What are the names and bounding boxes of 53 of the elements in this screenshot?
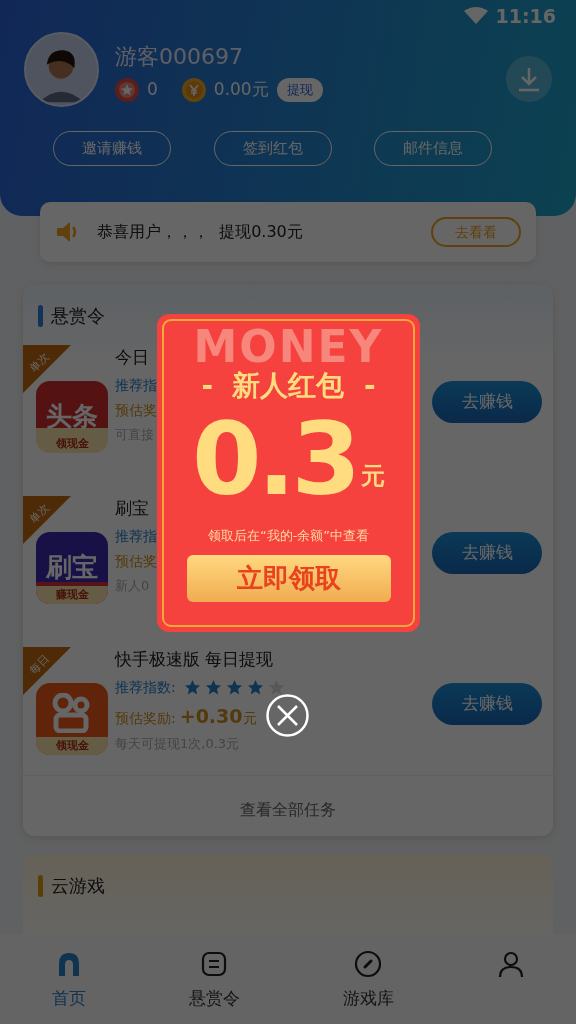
app-logo: 头条 领现金 xyxy=(36,381,108,453)
withdraw-button[interactable]: 提现 xyxy=(276,78,323,102)
section-title: 悬赏令 xyxy=(51,304,105,328)
user-name: 游客000697 xyxy=(115,43,244,71)
tab-item[interactable]: 首页 xyxy=(0,934,137,1024)
amount-unit: 元 xyxy=(361,460,386,492)
ribbon-label: 每日 xyxy=(26,651,53,680)
rating-label: 推荐指数: xyxy=(115,677,176,697)
money-watermark: MONEY xyxy=(193,325,384,369)
list-icon xyxy=(200,950,228,978)
task-title: 快手极速版 每日提现 xyxy=(115,648,274,671)
star-medal-icon xyxy=(115,77,139,102)
tab-item[interactable]: 悬赏令 xyxy=(137,934,291,1024)
reward-label: 预估奖 xyxy=(115,400,157,420)
claim-button[interactable]: 立即领取 xyxy=(186,555,391,603)
view-button[interactable]: 去看看 xyxy=(431,217,521,247)
wifi-icon xyxy=(463,7,488,25)
section-marker-icon xyxy=(38,874,43,897)
status-time: 11:16 xyxy=(495,3,556,29)
star-icon xyxy=(246,678,264,696)
tab-item[interactable]: 游戏库 xyxy=(291,934,445,1024)
earn-button[interactable]: 去赚钱 xyxy=(432,381,542,423)
reward-label: 预估奖 xyxy=(115,551,157,571)
reward-amount: +0.30元 xyxy=(179,703,257,729)
reward-label: 预估奖励: xyxy=(115,708,176,728)
star-icon xyxy=(204,678,222,696)
app-logo: 刷宝 赚现金 xyxy=(36,532,108,604)
close-icon[interactable] xyxy=(266,694,309,737)
earn-button[interactable]: 去赚钱 xyxy=(432,683,542,725)
person-icon xyxy=(496,950,525,978)
earn-button[interactable]: 去赚钱 xyxy=(432,532,542,574)
star-icon xyxy=(267,678,285,696)
section-title: 云游戏 xyxy=(51,874,105,898)
coin-icon xyxy=(181,77,206,102)
star-icon xyxy=(183,678,201,696)
star-count: 0 xyxy=(147,78,158,101)
section-marker-icon xyxy=(38,304,43,327)
rating-label: 推荐指 xyxy=(115,375,157,395)
popup-title: - 新人红包 - xyxy=(201,371,376,402)
ribbon-label: 单次 xyxy=(26,500,53,529)
bonus-amount: 0.3 xyxy=(191,409,358,510)
task-title: 刷宝 xyxy=(115,497,149,520)
star-icon xyxy=(225,678,243,696)
ribbon-label: 单次 xyxy=(26,349,53,378)
balance: 0.00元 xyxy=(213,78,269,101)
popup-hint: 领取后在“我的-余额”中查看 xyxy=(206,526,371,545)
view-all-link[interactable]: 查看全部任务 xyxy=(23,775,553,843)
compass-icon xyxy=(354,950,382,978)
app-logo: 领现金 xyxy=(36,683,108,755)
rating-label: 推荐指 xyxy=(115,526,157,546)
notice-text: 恭喜用户，，， 提现0.30元 xyxy=(97,221,304,243)
task-title: 今日 xyxy=(115,346,149,369)
download-icon xyxy=(516,66,542,92)
